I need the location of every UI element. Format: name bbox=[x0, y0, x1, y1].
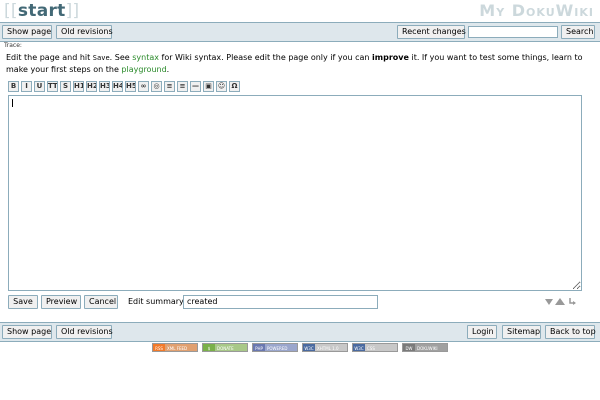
monospace-icon[interactable]: TT bbox=[47, 81, 58, 92]
edit-intro-text: Edit the page and hit Save. See syntax f… bbox=[6, 53, 583, 74]
old-revisions-button[interactable]: Old revisions bbox=[56, 25, 113, 39]
badge-tag: RSS bbox=[153, 344, 165, 351]
heading5-icon[interactable]: H5 bbox=[125, 81, 136, 92]
playground-link[interactable]: playground bbox=[121, 65, 166, 74]
footer-badge[interactable]: RSS XML FEED bbox=[152, 343, 198, 352]
badge-label: DOKUWIKI bbox=[417, 346, 438, 351]
top-action-bar: Show page Old revisions Recent changes S… bbox=[0, 22, 600, 42]
shrink-editor-icon[interactable] bbox=[545, 299, 553, 305]
old-revisions-button-bottom[interactable]: Old revisions bbox=[56, 325, 113, 339]
improve-emphasis: improve bbox=[372, 53, 409, 62]
wiki-text-editor[interactable] bbox=[8, 95, 582, 291]
syntax-link[interactable]: syntax bbox=[132, 53, 159, 62]
badge-label: POWERED bbox=[267, 346, 288, 351]
edit-summary-label: Edit summary bbox=[128, 297, 184, 306]
underline-icon[interactable]: U bbox=[34, 81, 45, 92]
badge-tag: $ bbox=[203, 344, 215, 351]
preview-button[interactable]: Preview bbox=[41, 295, 81, 309]
header: [[start]] My DokuWiki bbox=[0, 0, 600, 22]
footer-badge[interactable]: W3C CSS bbox=[352, 343, 398, 352]
show-page-button[interactable]: Show page bbox=[2, 25, 52, 39]
back-to-top-button[interactable]: Back to top bbox=[545, 325, 596, 339]
text-cursor bbox=[12, 99, 13, 107]
badge-label: CSS bbox=[367, 346, 375, 351]
search-button[interactable]: Search bbox=[561, 25, 595, 39]
internal-link-icon[interactable]: ∞ bbox=[138, 81, 149, 92]
image-icon[interactable]: ▣ bbox=[203, 81, 214, 92]
badge-tag: PHP bbox=[253, 344, 265, 351]
show-page-button-bottom[interactable]: Show page bbox=[2, 325, 52, 339]
login-button[interactable]: Login bbox=[467, 325, 497, 339]
heading2-icon[interactable]: H2 bbox=[86, 81, 97, 92]
wrap-toggle-icon[interactable] bbox=[569, 298, 576, 305]
italic-icon[interactable]: I bbox=[21, 81, 32, 92]
external-link-icon[interactable]: ◎ bbox=[151, 81, 162, 92]
wiki-name-logo[interactable]: My DokuWiki bbox=[479, 1, 594, 20]
search-input[interactable] bbox=[468, 26, 558, 38]
heading1-icon[interactable]: H1 bbox=[73, 81, 84, 92]
enlarge-editor-icon[interactable] bbox=[555, 298, 565, 305]
footer-badge[interactable]: DW DOKUWIKI bbox=[402, 343, 448, 352]
breadcrumb-trace: Trace: bbox=[4, 42, 22, 49]
sitemap-button[interactable]: Sitemap bbox=[502, 325, 541, 339]
recent-changes-button[interactable]: Recent changes bbox=[397, 25, 466, 39]
save-keyword: Save bbox=[92, 54, 110, 62]
bottom-action-bar: Show page Old revisions Login Sitemap Ba… bbox=[0, 322, 600, 342]
footer-badge[interactable]: PHP POWERED bbox=[252, 343, 298, 352]
heading4-icon[interactable]: H4 bbox=[112, 81, 123, 92]
badge-tag: DW bbox=[403, 344, 415, 351]
badge-tag: W3C bbox=[353, 344, 365, 351]
ordered-list-icon[interactable]: ≡ bbox=[164, 81, 175, 92]
unordered-list-icon[interactable]: ≡ bbox=[177, 81, 188, 92]
bold-icon[interactable]: B bbox=[8, 81, 19, 92]
badge-tag: W3C bbox=[303, 344, 315, 351]
badge-label: DONATE bbox=[217, 346, 234, 351]
edit-summary-input[interactable]: created bbox=[183, 295, 378, 309]
badge-label: XHTML 1.0 bbox=[317, 346, 339, 351]
footer-badge[interactable]: $ DONATE bbox=[202, 343, 248, 352]
editor-size-controls bbox=[545, 298, 576, 305]
heading3-icon[interactable]: H3 bbox=[99, 81, 110, 92]
horizontal-rule-icon[interactable]: — bbox=[190, 81, 201, 92]
footer-badge[interactable]: W3C XHTML 1.0 bbox=[302, 343, 348, 352]
page-title: start bbox=[17, 1, 66, 21]
cancel-button[interactable]: Cancel bbox=[84, 295, 118, 309]
page-title-link[interactable]: [[start]] bbox=[4, 1, 79, 21]
save-button[interactable]: Save bbox=[8, 295, 38, 309]
smiley-icon[interactable]: ☺ bbox=[216, 81, 227, 92]
special-chars-icon[interactable]: Ω bbox=[229, 81, 240, 92]
badge-label: XML FEED bbox=[167, 346, 188, 351]
strikethrough-icon[interactable]: S bbox=[60, 81, 71, 92]
